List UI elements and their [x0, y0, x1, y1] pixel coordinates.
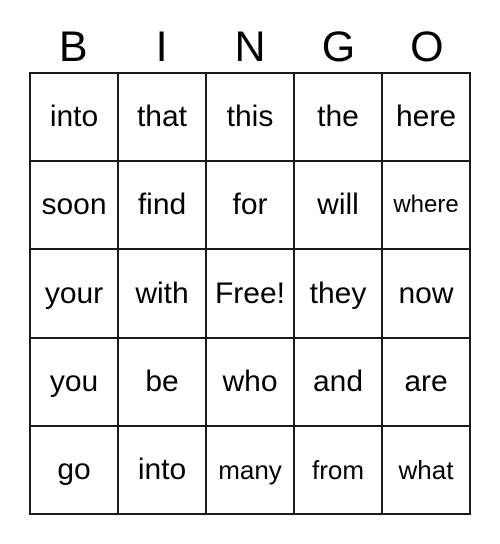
bingo-cell[interactable]: where — [383, 162, 471, 251]
bingo-cell-label: the — [317, 100, 359, 134]
bingo-cell-label: your — [44, 276, 104, 310]
bingo-cell-label: they — [309, 276, 367, 310]
bingo-cell-label: soon — [41, 188, 107, 222]
bingo-cell[interactable]: this — [207, 74, 295, 163]
bingo-cell[interactable]: and — [295, 338, 383, 427]
bingo-cell-label: now — [398, 276, 454, 310]
bingo-cell-label: into — [137, 452, 187, 486]
bingo-cell[interactable]: into — [119, 426, 207, 516]
bingo-cell[interactable]: with — [119, 250, 207, 339]
bingo-cell-label: that — [136, 100, 188, 134]
bingo-cell-label: what — [398, 454, 454, 485]
bingo-cell-label: with — [135, 276, 189, 310]
bingo-cell[interactable]: you — [31, 338, 119, 427]
bingo-card: B I N G O into that this the here soon f… — [0, 0, 500, 544]
bingo-cell[interactable]: the — [295, 74, 383, 163]
bingo-cell-label: for — [232, 188, 268, 222]
bingo-cell-label: into — [49, 100, 99, 134]
bingo-cell[interactable]: what — [383, 426, 471, 516]
bingo-header-letter-n: N — [234, 22, 266, 71]
bingo-grid: into that this the here soon find for wi… — [29, 72, 471, 516]
bingo-cell[interactable]: soon — [31, 162, 119, 251]
bingo-cell-label: find — [137, 188, 187, 222]
bingo-cell-label: be — [145, 364, 179, 398]
bingo-cell-label: you — [49, 364, 99, 398]
bingo-header-letter-b: B — [58, 22, 88, 71]
bingo-cell-label: go — [57, 452, 91, 486]
bingo-row: into that this the here — [31, 74, 471, 163]
bingo-cell[interactable]: they — [295, 250, 383, 339]
bingo-cell[interactable]: your — [31, 250, 119, 339]
bingo-cell-label: many — [218, 454, 282, 485]
bingo-header-letter-o: O — [410, 22, 444, 71]
bingo-header-row: B I N G O — [29, 22, 471, 72]
bingo-cell-label: will — [317, 188, 359, 222]
bingo-cell[interactable]: be — [119, 338, 207, 427]
bingo-cell-label: from — [312, 454, 364, 485]
bingo-row: soon find for will where — [31, 162, 471, 251]
bingo-cell[interactable]: for — [207, 162, 295, 251]
bingo-cell-label: where — [393, 191, 459, 219]
bingo-cell[interactable]: from — [295, 426, 383, 516]
bingo-row: your with Free! they now — [31, 250, 471, 339]
bingo-cell-label: who — [222, 364, 278, 398]
bingo-cell-label: this — [226, 100, 274, 134]
bingo-cell-label: here — [395, 100, 457, 134]
bingo-cell[interactable]: that — [119, 74, 207, 163]
bingo-row: go into many from what — [31, 426, 471, 516]
bingo-free-space-cell[interactable]: Free! — [207, 250, 295, 339]
bingo-cell[interactable]: are — [383, 338, 471, 427]
bingo-header-letter-g: G — [321, 22, 356, 71]
bingo-cell[interactable]: into — [31, 74, 119, 163]
bingo-row: you be who and are — [31, 338, 471, 427]
bingo-cell[interactable]: now — [383, 250, 471, 339]
bingo-cell-label: and — [312, 364, 364, 398]
bingo-cell[interactable]: many — [207, 426, 295, 516]
bingo-cell[interactable]: who — [207, 338, 295, 427]
bingo-free-space-label: Free! — [214, 276, 286, 310]
bingo-header-letter-i: I — [155, 22, 168, 71]
bingo-cell[interactable]: here — [383, 74, 471, 163]
bingo-cell-label: are — [404, 364, 448, 398]
bingo-cell[interactable]: find — [119, 162, 207, 251]
bingo-cell[interactable]: go — [31, 426, 119, 516]
bingo-cell[interactable]: will — [295, 162, 383, 251]
